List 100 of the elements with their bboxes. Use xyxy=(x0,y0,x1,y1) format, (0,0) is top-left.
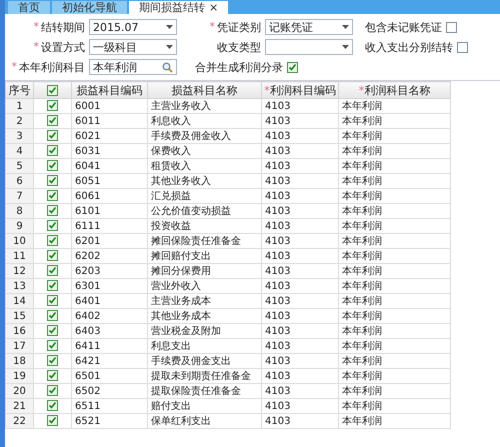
checkbox[interactable] xyxy=(47,84,58,96)
checkbox[interactable] xyxy=(47,280,58,292)
required-mark: * xyxy=(210,20,215,34)
table-cell: 6511 xyxy=(72,398,148,414)
table-cell: 4103 xyxy=(262,248,338,264)
column-header: 利润科目名称 xyxy=(364,84,430,96)
table-cell: 4103 xyxy=(262,264,338,278)
table-cell: 本年利润 xyxy=(338,144,450,158)
checkbox[interactable] xyxy=(47,295,58,306)
checkbox[interactable] xyxy=(47,355,58,366)
table-cell: 5 xyxy=(6,158,34,174)
table-cell: 11 xyxy=(6,248,34,264)
checkbox[interactable] xyxy=(457,42,468,52)
table-cell: 4103 xyxy=(262,414,338,428)
table-cell: 6203 xyxy=(72,264,148,278)
table-cell: 汇兑损益 xyxy=(148,188,262,204)
table-cell: 其他业务成本 xyxy=(148,308,262,324)
table-cell: 22 xyxy=(6,414,34,428)
checkbox[interactable] xyxy=(47,325,58,336)
field-label: 设置方式 xyxy=(41,40,85,54)
checkbox[interactable] xyxy=(47,370,58,382)
table-cell: 4103 xyxy=(262,308,338,324)
dropdown-field[interactable]: 记账凭证 xyxy=(265,19,353,35)
checkbox[interactable] xyxy=(47,340,58,352)
table-cell: 保费收入 xyxy=(148,144,262,158)
checkbox[interactable] xyxy=(47,130,58,142)
table-cell: 本年利润 xyxy=(338,98,450,114)
table-cell: 4103 xyxy=(262,144,338,158)
table-cell: 6061 xyxy=(72,188,148,204)
checkbox[interactable] xyxy=(47,400,58,412)
table-cell: 4103 xyxy=(262,114,338,128)
search-icon[interactable] xyxy=(162,62,173,72)
table-cell: 本年利润 xyxy=(338,204,450,218)
table-cell: 4103 xyxy=(262,128,338,144)
checkbox[interactable] xyxy=(47,220,58,232)
table-cell: 利息收入 xyxy=(148,114,262,128)
checkbox[interactable] xyxy=(47,160,58,172)
table-cell: 6021 xyxy=(72,128,148,144)
lookup-field[interactable]: 本年利润 xyxy=(89,59,177,75)
checkbox[interactable] xyxy=(47,250,58,262)
table-cell: 摊回分保费用 xyxy=(148,264,262,278)
field-label: 凭证类别 xyxy=(217,20,261,34)
table-cell: 6401 xyxy=(72,294,148,308)
table-cell: 4103 xyxy=(262,398,338,414)
table-cell: 6411 xyxy=(72,338,148,354)
dropdown-field[interactable] xyxy=(265,39,353,55)
checkbox[interactable] xyxy=(47,310,58,322)
dropdown-field[interactable]: 2015.07 xyxy=(89,19,177,35)
table-cell: 4103 xyxy=(262,354,338,368)
caret-icon xyxy=(166,25,173,29)
table-cell: 本年利润 xyxy=(338,294,450,308)
table-cell: 摊回赔付支出 xyxy=(148,248,262,264)
checkbox[interactable] xyxy=(47,190,58,202)
table-cell: 6101 xyxy=(72,204,148,218)
close-icon[interactable]: × xyxy=(209,1,218,14)
table-cell: 4 xyxy=(6,144,34,158)
table-cell: 4103 xyxy=(262,158,338,174)
required-mark: * xyxy=(34,20,39,34)
caret-icon xyxy=(342,45,349,49)
checkbox-label: 收入支出分别结转 xyxy=(365,40,453,54)
table-cell: 本年利润 xyxy=(338,324,450,338)
table-cell: 14 xyxy=(6,294,34,308)
tab[interactable]: 期间损益结转 × xyxy=(129,1,228,14)
column-header: 损益科目名称 xyxy=(172,84,238,96)
table-cell: 9 xyxy=(6,218,34,234)
table-cell: 本年利润 xyxy=(338,278,450,294)
table-cell: 提取保险责任准备金 xyxy=(148,384,262,398)
table-cell: 本年利润 xyxy=(338,218,450,234)
table-cell: 本年利润 xyxy=(338,264,450,278)
table-cell: 6051 xyxy=(72,174,148,188)
table-cell: 6201 xyxy=(72,234,148,248)
tab[interactable]: 初始化导航 xyxy=(52,1,127,14)
checkbox[interactable] xyxy=(287,62,298,72)
checkbox[interactable] xyxy=(47,175,58,186)
checkbox[interactable] xyxy=(47,265,58,276)
dropdown-field[interactable]: 一级科目 xyxy=(89,39,177,55)
required-mark: * xyxy=(358,84,364,96)
checkbox[interactable] xyxy=(47,415,58,426)
table-cell: 手续费及佣金支出 xyxy=(148,354,262,368)
tab[interactable]: 首页 xyxy=(8,1,50,14)
table-cell: 4103 xyxy=(262,368,338,384)
table-cell: 6111 xyxy=(72,218,148,234)
table-cell: 4103 xyxy=(262,204,338,218)
table-cell: 1 xyxy=(6,98,34,114)
table-cell: 6202 xyxy=(72,248,148,264)
table-cell: 8 xyxy=(6,204,34,218)
checkbox[interactable] xyxy=(47,235,58,246)
checkbox[interactable] xyxy=(47,205,58,216)
checkbox[interactable] xyxy=(47,145,58,156)
table-cell: 6301 xyxy=(72,278,148,294)
required-mark: * xyxy=(12,60,17,74)
table-cell: 本年利润 xyxy=(338,128,450,144)
table-cell: 20 xyxy=(6,384,34,398)
checkbox[interactable] xyxy=(47,115,58,126)
table-cell: 利息支出 xyxy=(148,338,262,354)
checkbox[interactable] xyxy=(446,22,457,32)
table-cell: 4103 xyxy=(262,338,338,354)
checkbox[interactable] xyxy=(47,100,58,112)
table-cell: 本年利润 xyxy=(338,114,450,128)
checkbox[interactable] xyxy=(47,385,58,396)
